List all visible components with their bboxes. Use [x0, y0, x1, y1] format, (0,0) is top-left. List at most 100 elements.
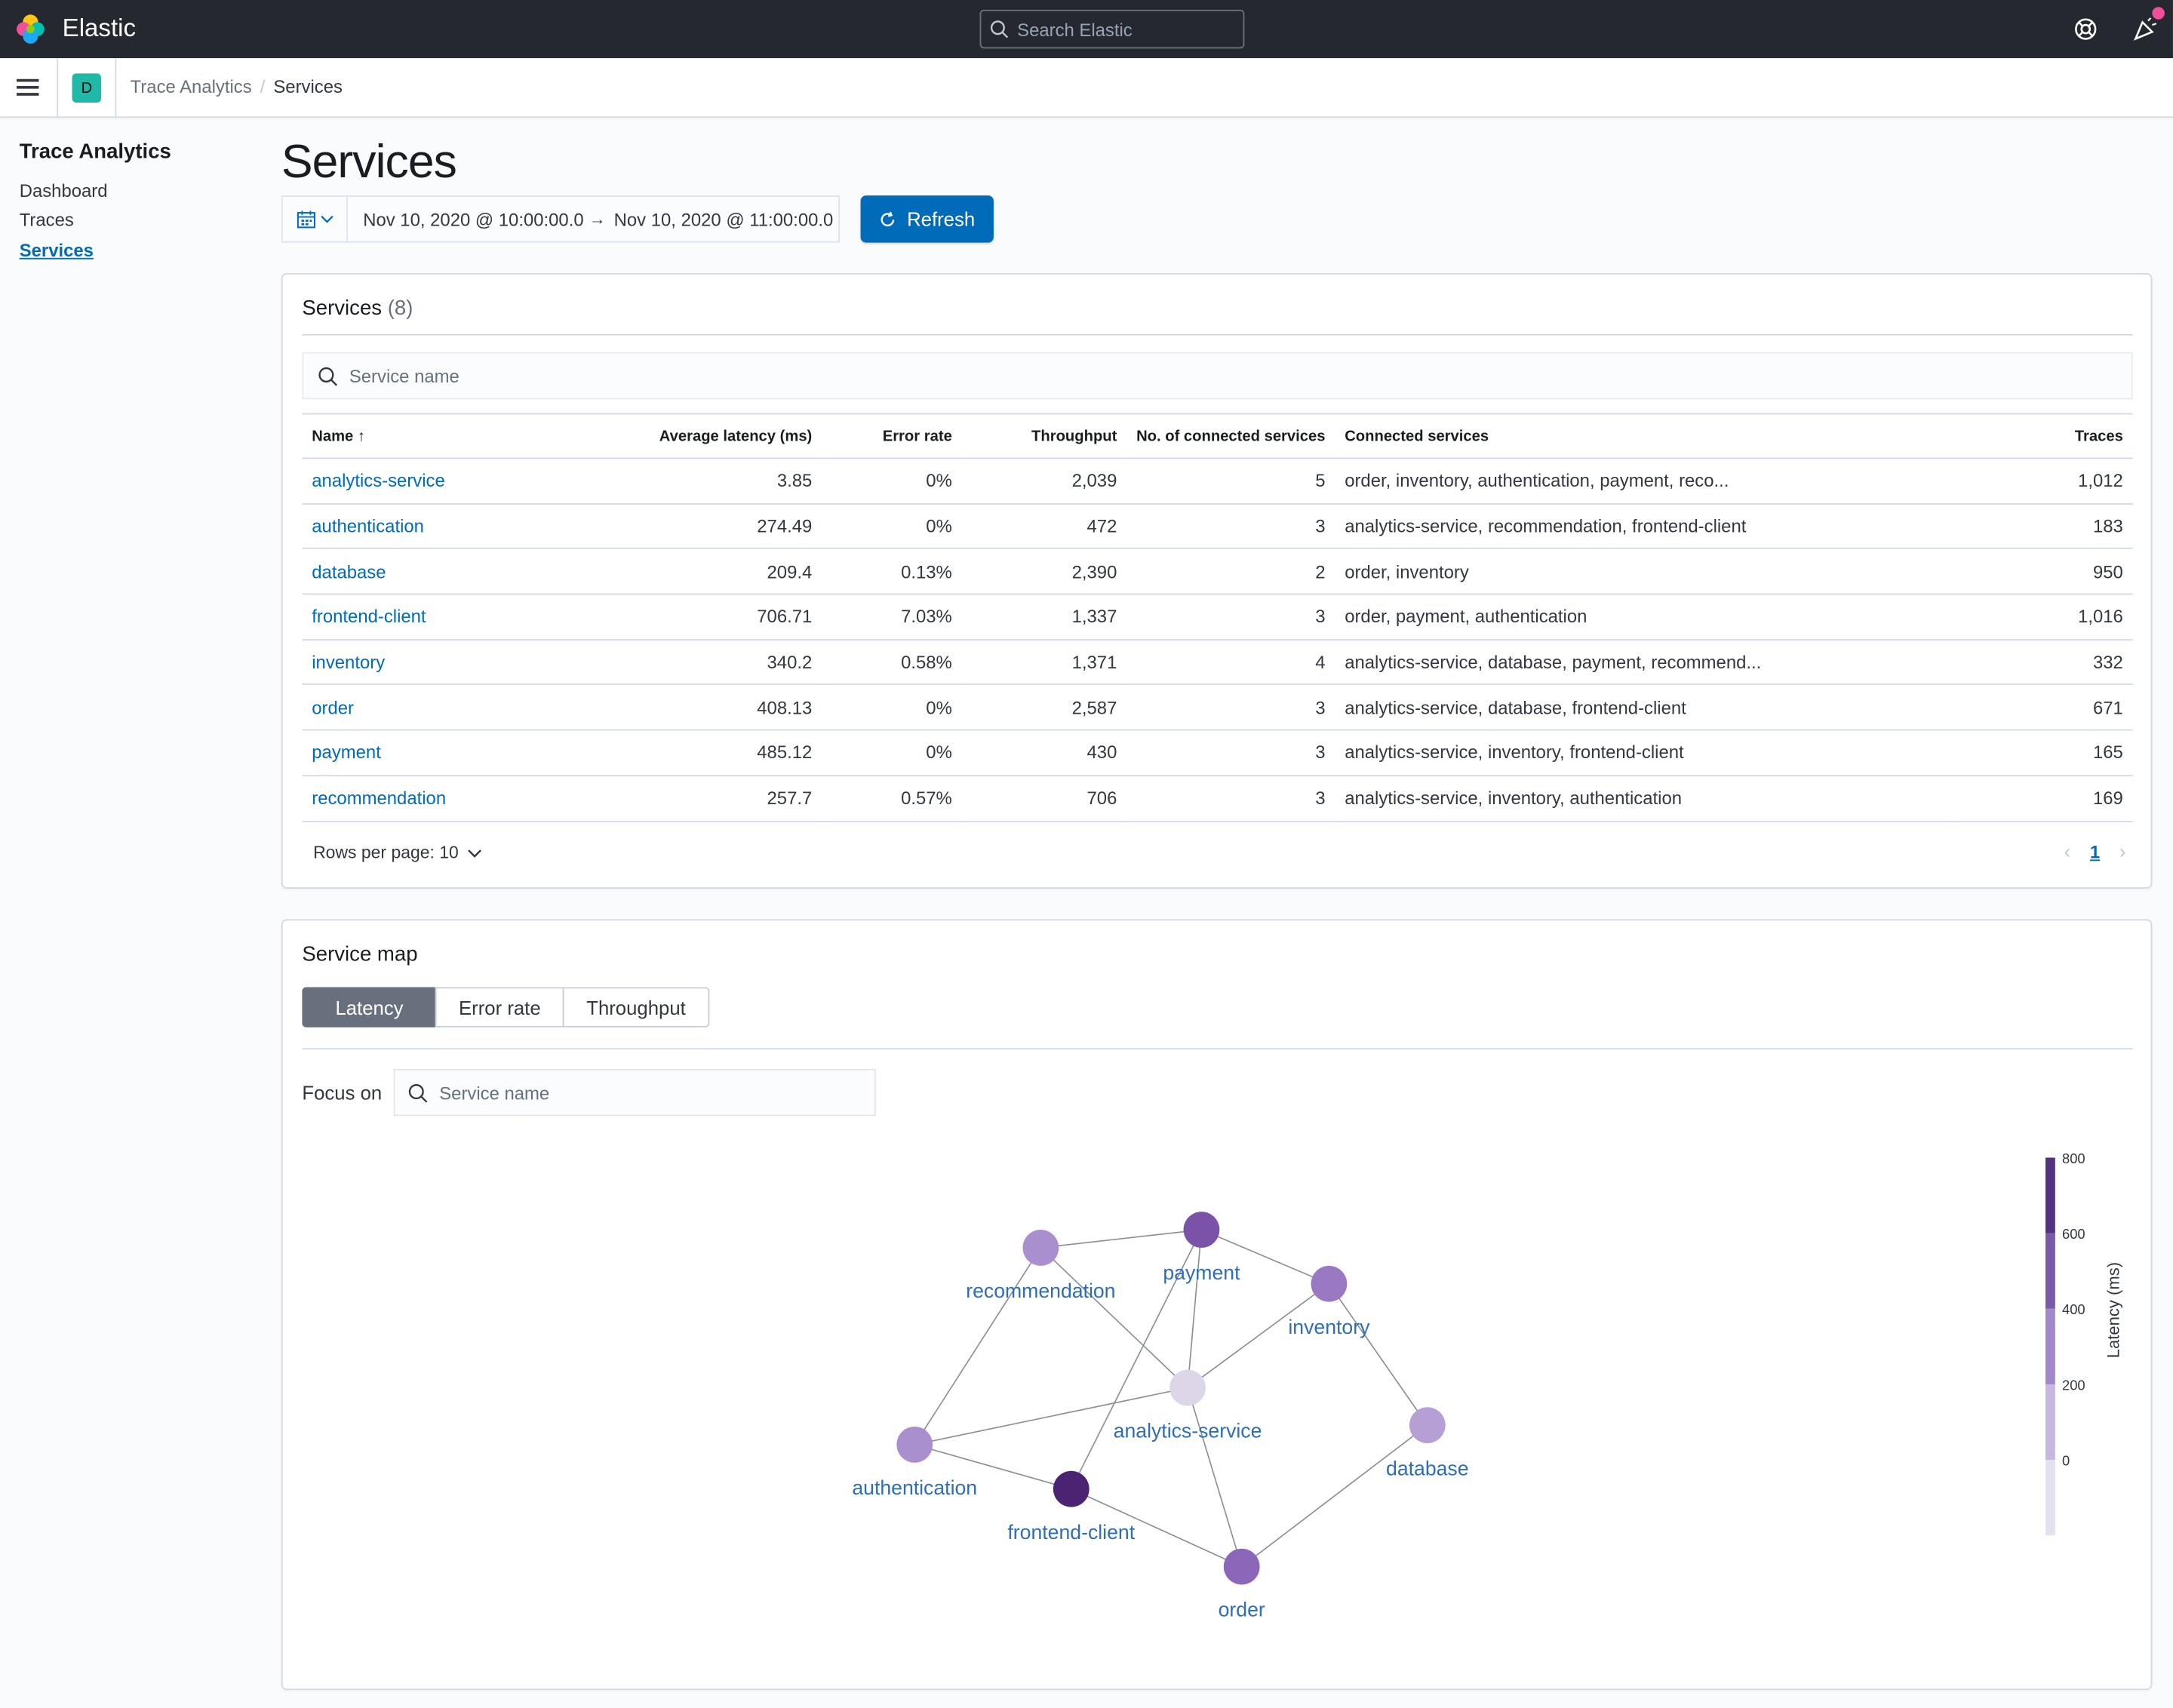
table-row: order 408.13 0% 2,587 3 analytics-service, da…: [302, 684, 2133, 731]
column-header-traces[interactable]: Traces: [1953, 413, 2133, 459]
service-search-placeholder: Service name: [349, 365, 459, 386]
cell-traces: 169: [1953, 775, 2133, 822]
cell-connected-services: order, inventory, authentication, paymen…: [1335, 458, 1953, 505]
cell-latency: 257.7: [552, 775, 822, 822]
cell-connected-count: 3: [1126, 775, 1335, 822]
refresh-button[interactable]: Refresh: [860, 195, 994, 243]
column-header-connected-services: Connected services: [1335, 413, 1953, 459]
map-node-label: authentication: [852, 1476, 977, 1499]
map-node-frontend-client[interactable]: [1053, 1470, 1090, 1507]
legend-color-band: [2045, 1308, 2055, 1384]
page-title: Services: [281, 136, 457, 189]
cell-latency: 3.85: [552, 458, 822, 505]
map-edge: [1040, 1229, 1202, 1249]
table-row: payment 485.12 0% 430 3 analytics-service, in…: [302, 730, 2133, 776]
map-edge: [1187, 1387, 1243, 1567]
previous-page-icon[interactable]: ‹: [2064, 840, 2071, 862]
cell-error-rate: 0%: [822, 684, 962, 731]
table-row: analytics-service 3.85 0% 2,039 5 order, inve…: [302, 458, 2133, 505]
map-edge: [1241, 1424, 1428, 1568]
date-start[interactable]: Nov 10, 2020 @ 10:00:00.0: [363, 209, 583, 230]
map-edge: [914, 1247, 1042, 1445]
legend-color-band: [2045, 1157, 2055, 1233]
cell-connected-count: 3: [1126, 503, 1335, 550]
space-avatar[interactable]: D: [72, 73, 102, 103]
elastic-logo-icon[interactable]: [14, 13, 47, 46]
cell-error-rate: 7.03%: [822, 594, 962, 640]
service-map-panel: Service map Latency Error rate Throughpu…: [281, 919, 2154, 1691]
cell-traces: 183: [1953, 503, 2133, 550]
calendar-icon: [296, 210, 315, 229]
help-icon[interactable]: [2073, 17, 2098, 41]
column-header-connected-count[interactable]: No. of connected services: [1126, 413, 1335, 459]
cell-throughput: 472: [961, 503, 1127, 550]
sidebar-item-services[interactable]: Services: [20, 240, 94, 261]
legend-title: Latency (ms): [2104, 1262, 2122, 1358]
search-icon: [318, 367, 338, 386]
column-header-latency[interactable]: Average latency (ms): [552, 413, 822, 459]
map-node-inventory[interactable]: [1311, 1265, 1348, 1302]
table-row: frontend-client 706.71 7.03% 1,337 3 order, p…: [302, 594, 2133, 640]
services-panel-title: Services (8): [302, 296, 413, 320]
column-header-error-rate[interactable]: Error rate: [822, 413, 962, 459]
newsfeed-icon[interactable]: [2132, 15, 2159, 43]
cell-latency: 340.2: [552, 639, 822, 686]
map-node-recommendation[interactable]: [1022, 1230, 1059, 1266]
map-node-authentication[interactable]: [896, 1426, 933, 1463]
divider: [57, 58, 59, 118]
cell-name[interactable]: frontend-client: [302, 594, 552, 640]
map-node-label: inventory: [1288, 1316, 1370, 1338]
cell-error-rate: 0%: [822, 503, 962, 550]
legend-color-band: [2045, 1460, 2055, 1536]
cell-name[interactable]: recommendation: [302, 775, 552, 822]
rows-per-page-select[interactable]: Rows per page: 10: [313, 843, 482, 862]
divider: [115, 58, 117, 118]
next-page-icon[interactable]: ›: [2119, 840, 2126, 862]
page-number[interactable]: 1: [2090, 841, 2100, 862]
sidebar-item-dashboard[interactable]: Dashboard: [20, 180, 108, 201]
sidebar-title: Trace Analytics: [19, 140, 171, 164]
cell-traces: 950: [1953, 548, 2133, 595]
cell-connected-count: 5: [1126, 458, 1335, 505]
breadcrumb: Trace Analytics / Services: [131, 76, 343, 97]
date-arrow-icon: →: [589, 209, 606, 229]
breadcrumb-trace-analytics[interactable]: Trace Analytics: [131, 76, 252, 97]
cell-error-rate: 0.57%: [822, 775, 962, 822]
column-header-throughput[interactable]: Throughput: [961, 413, 1127, 459]
cell-latency: 209.4: [552, 548, 822, 595]
cell-name[interactable]: database: [302, 548, 552, 595]
sidebar-item-traces[interactable]: Traces: [20, 209, 74, 230]
services-table: Name ↑ Average latency (ms) Error rate T…: [302, 413, 2133, 822]
brand-name[interactable]: Elastic: [63, 14, 136, 43]
map-node-payment[interactable]: [1183, 1212, 1220, 1248]
cell-name[interactable]: analytics-service: [302, 458, 552, 505]
cell-traces: 671: [1953, 684, 2133, 731]
cell-name[interactable]: payment: [302, 730, 552, 776]
cell-name[interactable]: authentication: [302, 503, 552, 550]
global-search-input[interactable]: Search Elastic: [979, 9, 1245, 49]
service-map-graph[interactable]: recommendation payment inventory analytics-…: [283, 920, 2154, 1691]
map-node-database[interactable]: [1409, 1407, 1446, 1444]
legend-tick-label: 0: [2062, 1452, 2070, 1468]
table-row: authentication 274.49 0% 472 3 analytics-serv…: [302, 503, 2133, 550]
breadcrumb-separator: /: [260, 76, 266, 97]
date-end[interactable]: Nov 10, 2020 @ 11:00:00.0: [614, 209, 834, 230]
cell-connected-services: analytics-service, recommendation, front…: [1335, 503, 1953, 550]
service-search-input[interactable]: Service name: [302, 352, 2133, 400]
map-node-order[interactable]: [1223, 1548, 1260, 1585]
cell-connected-services: analytics-service, database, frontend-cl…: [1335, 684, 1953, 731]
cell-latency: 408.13: [552, 684, 822, 731]
cell-connected-count: 3: [1126, 684, 1335, 731]
date-range-picker[interactable]: Nov 10, 2020 @ 10:00:00.0 → Nov 10, 2020…: [281, 195, 841, 243]
cell-name[interactable]: order: [302, 684, 552, 731]
legend-tick-label: 800: [2062, 1150, 2085, 1166]
pagination: ‹ 1 ›: [2064, 840, 2126, 862]
cell-traces: 165: [1953, 730, 2133, 776]
column-header-name[interactable]: Name ↑: [302, 413, 552, 459]
services-title: Services: [302, 296, 383, 321]
menu-toggle-icon[interactable]: [17, 76, 41, 98]
cell-name[interactable]: inventory: [302, 639, 552, 686]
table-row: recommendation 257.7 0.57% 706 3 analytics-se…: [302, 775, 2133, 822]
map-node-analytics-service[interactable]: [1169, 1369, 1206, 1406]
quick-select-button[interactable]: [283, 196, 349, 241]
